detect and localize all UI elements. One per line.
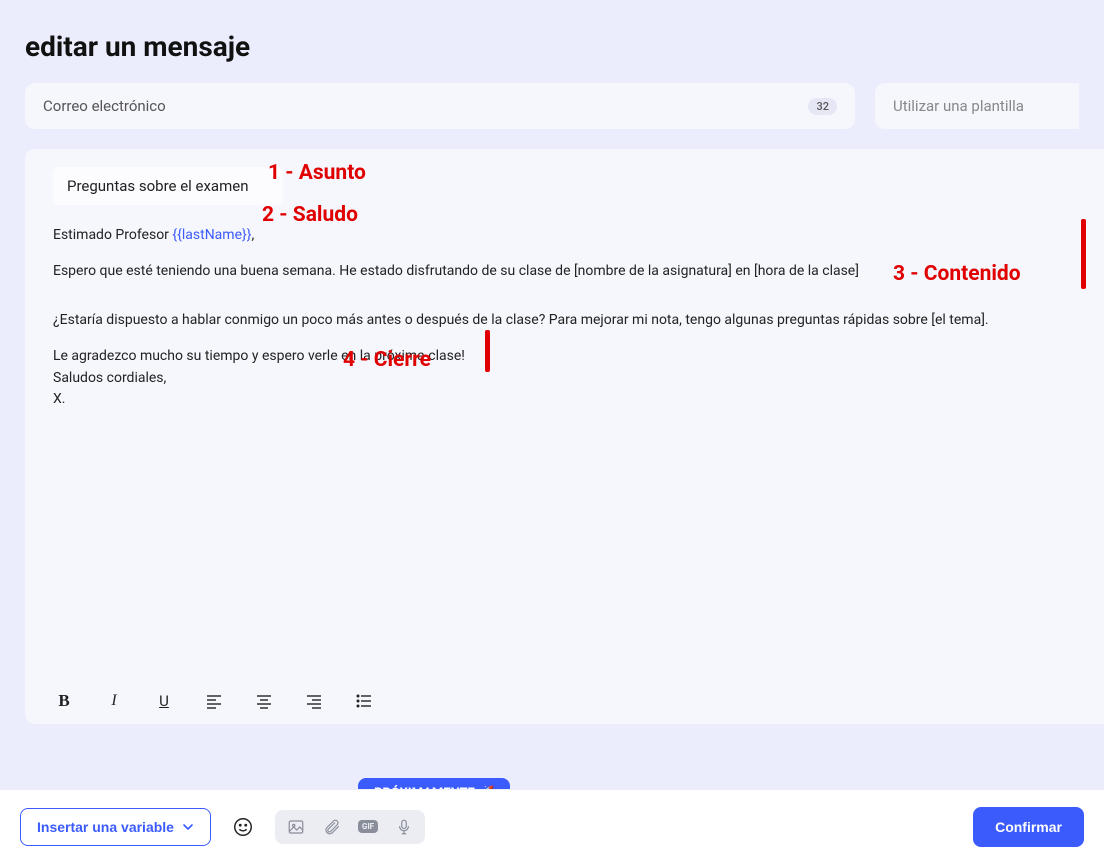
- paperclip-icon: [323, 818, 341, 836]
- template-selector[interactable]: Utilizar una plantilla: [875, 83, 1079, 129]
- message-body[interactable]: Estimado Profesor {{lastName}}, Espero q…: [53, 225, 1104, 411]
- greeting-post: ,: [251, 227, 254, 243]
- attachment-button[interactable]: [321, 816, 343, 838]
- content-line-1: Espero que esté teniendo una buena seman…: [53, 261, 1074, 283]
- closing-line-1: Le agradezco mucho su tiempo y espero ve…: [53, 346, 1074, 368]
- bottom-bar: Insertar una variable GIF Confirmar: [0, 789, 1104, 863]
- insert-variable-label: Insertar una variable: [37, 819, 174, 835]
- variable-lastname[interactable]: {{lastName}}: [172, 227, 251, 243]
- closing-line-2: Saludos cordiales,: [53, 368, 1074, 390]
- top-row: Correo electrónico 32 Utilizar una plant…: [25, 83, 1104, 149]
- align-left-button[interactable]: [203, 690, 225, 712]
- voice-button[interactable]: [393, 816, 415, 838]
- image-icon: [287, 818, 305, 836]
- editor-container: Preguntas sobre el examen Estimado Profe…: [25, 149, 1104, 724]
- content-line-2: ¿Estaría dispuesto a hablar conmigo un p…: [53, 310, 1074, 332]
- insert-variable-button[interactable]: Insertar una variable: [20, 808, 211, 846]
- emoji-button[interactable]: [229, 813, 257, 841]
- closing-line-3: X.: [53, 389, 1074, 411]
- smile-icon: [232, 816, 254, 838]
- attachment-group: GIF: [275, 810, 425, 844]
- gif-icon: GIF: [358, 820, 378, 833]
- underline-button[interactable]: U: [153, 690, 175, 712]
- image-button[interactable]: [285, 816, 307, 838]
- gif-button[interactable]: GIF: [357, 816, 379, 838]
- align-right-button[interactable]: [303, 690, 325, 712]
- list-button[interactable]: [353, 690, 375, 712]
- confirm-button[interactable]: Confirmar: [973, 807, 1084, 847]
- page-title: editar un mensaje: [0, 0, 1104, 83]
- format-toolbar: B I U: [53, 690, 375, 712]
- subject-input[interactable]: Preguntas sobre el examen: [53, 167, 283, 205]
- italic-button[interactable]: I: [103, 690, 125, 712]
- channel-selector[interactable]: Correo electrónico 32: [25, 83, 855, 129]
- chevron-down-icon: [182, 821, 194, 833]
- channel-count-badge: 32: [808, 98, 837, 115]
- bold-button[interactable]: B: [53, 690, 75, 712]
- microphone-icon: [395, 818, 413, 836]
- greeting-line: Estimado Profesor {{lastName}},: [53, 225, 1074, 247]
- align-center-button[interactable]: [253, 690, 275, 712]
- channel-label: Correo electrónico: [43, 97, 166, 115]
- greeting-pre: Estimado Profesor: [53, 227, 172, 243]
- annotation-greeting: 2 - Saludo: [262, 203, 358, 227]
